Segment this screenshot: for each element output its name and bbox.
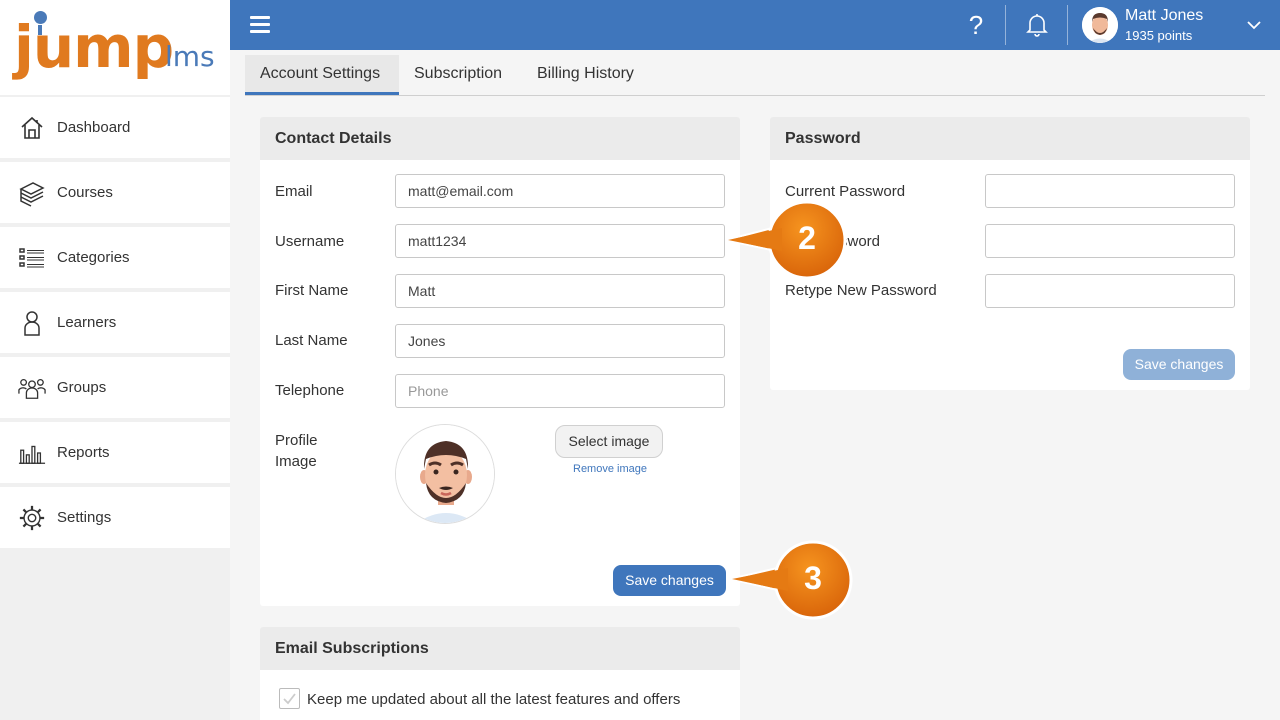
save-password-button[interactable]: Save changes	[1123, 349, 1235, 380]
divider	[1067, 5, 1068, 45]
group-icon	[18, 374, 46, 402]
field-label: Telephone	[275, 382, 345, 399]
user-points: 1935 points	[1125, 28, 1193, 43]
avatar[interactable]	[1082, 7, 1118, 43]
email-subscriptions-card: Email Subscriptions Keep me updated abou…	[260, 627, 740, 720]
field-label: Current Password	[785, 183, 906, 200]
card-title: Email Subscriptions	[260, 627, 740, 670]
hamburger-icon[interactable]	[250, 16, 270, 34]
callout-2: 2	[722, 200, 852, 284]
logo[interactable]: jump lms	[0, 0, 230, 95]
card-title: Password	[770, 117, 1250, 160]
home-icon	[18, 114, 46, 142]
profile-image	[395, 424, 495, 524]
select-image-button[interactable]: Select image	[555, 425, 663, 458]
chevron-down-icon[interactable]	[1246, 18, 1262, 32]
username-field[interactable]	[395, 224, 725, 258]
tab-account-settings[interactable]: Account Settings	[245, 55, 399, 95]
email-field[interactable]	[395, 174, 725, 208]
field-label: Last Name	[275, 332, 348, 349]
top-bar: ? Matt Jones 1935 points	[230, 0, 1280, 50]
sidebar-item-label: Courses	[57, 184, 113, 201]
bar-chart-icon	[18, 439, 46, 467]
sidebar-item-label: Categories	[57, 249, 130, 266]
field-label: Profile	[275, 432, 318, 449]
user-name[interactable]: Matt Jones	[1125, 7, 1203, 25]
current-password-field[interactable]	[985, 174, 1235, 208]
callout-number: 3	[804, 560, 822, 596]
logo-text: jump	[14, 13, 174, 81]
new-password-field[interactable]	[985, 224, 1235, 258]
callout-number: 2	[798, 220, 816, 256]
sidebar: jump lms Dashboard Courses Categories Le…	[0, 0, 230, 720]
bell-icon[interactable]	[1026, 13, 1050, 37]
sidebar-item-dashboard[interactable]: Dashboard	[0, 97, 230, 158]
logo-subtext: lms	[165, 40, 215, 73]
sidebar-item-courses[interactable]: Courses	[0, 162, 230, 223]
subscription-checkbox[interactable]	[279, 688, 300, 709]
sidebar-item-label: Dashboard	[57, 119, 131, 136]
save-contact-button[interactable]: Save changes	[613, 565, 726, 596]
tab-bar: Account Settings Subscription Billing Hi…	[245, 55, 1265, 96]
sidebar-item-settings[interactable]: Settings	[0, 487, 230, 548]
sidebar-item-label: Groups	[57, 379, 107, 396]
sidebar-item-groups[interactable]: Groups	[0, 357, 230, 418]
stack-icon	[18, 179, 46, 207]
divider	[1005, 5, 1006, 45]
sidebar-item-categories[interactable]: Categories	[0, 227, 230, 288]
tab-subscription[interactable]: Subscription	[399, 55, 517, 95]
tab-billing-history[interactable]: Billing History	[522, 55, 649, 95]
callout-3: 3	[728, 540, 858, 624]
last-name-field[interactable]	[395, 324, 725, 358]
field-label: Image	[275, 453, 317, 470]
first-name-field[interactable]	[395, 274, 725, 308]
telephone-field[interactable]	[395, 374, 725, 408]
field-label: Email	[275, 183, 313, 200]
card-title: Contact Details	[260, 117, 740, 160]
gear-icon	[18, 504, 46, 532]
sidebar-item-learners[interactable]: Learners	[0, 292, 230, 353]
retype-password-field[interactable]	[985, 274, 1235, 308]
field-label: Retype New Password	[785, 282, 937, 299]
list-icon	[18, 244, 46, 272]
subscription-option-label: Keep me updated about all the latest fea…	[307, 691, 681, 708]
contact-details-card: Contact Details Email Username First Nam…	[260, 117, 740, 606]
person-icon	[18, 309, 46, 337]
sidebar-item-label: Reports	[57, 444, 110, 461]
field-label: First Name	[275, 282, 349, 299]
field-label: Username	[275, 233, 345, 250]
question-icon[interactable]: ?	[964, 10, 988, 40]
sidebar-item-label: Learners	[57, 314, 117, 331]
sidebar-item-reports[interactable]: Reports	[0, 422, 230, 483]
remove-image-link[interactable]: Remove image	[573, 463, 647, 475]
sidebar-item-label: Settings	[57, 509, 112, 526]
